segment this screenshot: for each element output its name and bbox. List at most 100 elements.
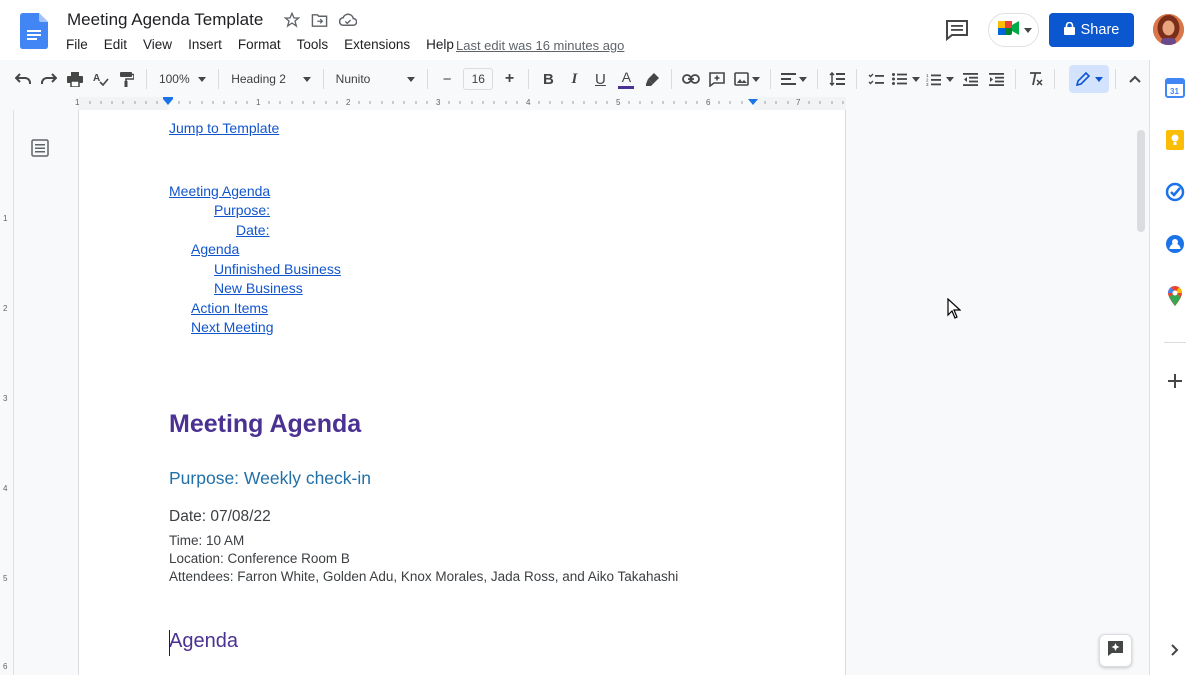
text-color-button[interactable]: A — [613, 65, 639, 93]
lock-icon — [1063, 21, 1075, 39]
toc-link-unfinished-business[interactable]: Unfinished Business — [214, 261, 341, 277]
svg-text:3: 3 — [926, 82, 929, 86]
align-icon[interactable] — [777, 65, 811, 93]
decrease-font-size-button[interactable]: − — [434, 65, 460, 93]
vertical-ruler[interactable]: 1 2 3 4 5 6 — [0, 110, 14, 675]
zoom-select[interactable]: 100% — [153, 65, 212, 93]
menu-format[interactable]: Format — [238, 37, 281, 52]
insert-image-icon[interactable] — [730, 65, 764, 93]
svg-text:A: A — [93, 73, 100, 84]
font-size-input[interactable]: 16 — [463, 68, 494, 90]
ruler-label: 1 — [75, 98, 80, 107]
increase-font-size-button[interactable]: + — [496, 65, 522, 93]
toc-link-action-items[interactable]: Action Items — [191, 300, 268, 316]
tasks-icon[interactable] — [1164, 181, 1186, 203]
bulleted-list-icon[interactable] — [889, 65, 923, 93]
side-panel: 31 — [1149, 60, 1200, 675]
expand-panel-icon[interactable] — [1164, 639, 1186, 661]
mouse-pointer-icon — [947, 297, 962, 319]
vertical-scrollbar[interactable] — [1137, 130, 1145, 232]
menu-file[interactable]: File — [66, 37, 88, 52]
spellcheck-icon[interactable]: A — [88, 65, 114, 93]
editing-mode-button[interactable] — [1069, 65, 1110, 93]
redo-icon[interactable] — [36, 65, 62, 93]
highlight-icon[interactable] — [639, 65, 665, 93]
jump-to-template-link[interactable]: Jump to Template — [169, 120, 279, 136]
horizontal-ruler[interactable]: 1 1 2 3 4 5 6 7 — [75, 97, 846, 110]
toolbar-divider — [322, 69, 324, 89]
toc-link-meeting-agenda[interactable]: Meeting Agenda — [169, 183, 270, 199]
heading-purpose: Purpose: Weekly check-in — [169, 468, 371, 488]
attendees-line: Attendees: Farron White, Golden Adu, Kno… — [169, 569, 679, 584]
vruler-label: 6 — [3, 662, 8, 671]
insert-link-icon[interactable] — [678, 65, 704, 93]
toolbar-divider — [1015, 69, 1017, 89]
text-color-swatch — [618, 85, 635, 89]
contacts-icon[interactable] — [1164, 233, 1186, 255]
italic-button[interactable]: I — [561, 65, 587, 93]
toolbar-divider — [146, 69, 147, 89]
svg-text:31: 31 — [1170, 87, 1179, 96]
collapse-toolbar-icon[interactable] — [1122, 65, 1148, 93]
menu-tools[interactable]: Tools — [297, 37, 329, 52]
document-title[interactable]: Meeting Agenda Template — [67, 10, 263, 30]
clear-formatting-icon[interactable] — [1022, 65, 1048, 93]
maps-icon[interactable] — [1164, 285, 1186, 307]
add-addon-icon[interactable] — [1164, 370, 1186, 392]
paragraph-style-select[interactable]: Heading 2 — [225, 65, 316, 93]
checklist-icon[interactable] — [863, 65, 889, 93]
style-dropdown-icon — [302, 76, 311, 82]
menu-help[interactable]: Help — [426, 37, 454, 52]
time-line: Time: 10 AM — [169, 533, 245, 548]
menu-view[interactable]: View — [143, 37, 172, 52]
paint-format-icon[interactable] — [114, 65, 140, 93]
vruler-label: 3 — [3, 394, 8, 403]
font-select[interactable]: Nunito — [330, 65, 421, 93]
top-bar: Meeting Agenda Template File Edit View I… — [0, 0, 1200, 60]
move-folder-icon[interactable] — [310, 11, 328, 29]
bullet-dropdown-icon — [912, 76, 921, 82]
toc-link-next-meeting[interactable]: Next Meeting — [191, 319, 273, 335]
docs-logo-icon[interactable] — [20, 13, 48, 49]
toc-link-new-business[interactable]: New Business — [214, 280, 303, 296]
meet-button[interactable] — [988, 13, 1039, 47]
comments-icon[interactable] — [944, 18, 970, 42]
ruler-label: 6 — [706, 98, 711, 107]
toc-link-date[interactable]: Date: — [236, 222, 269, 238]
menu-extensions[interactable]: Extensions — [344, 37, 410, 52]
toolbar-divider — [528, 69, 530, 89]
toc-link-purpose[interactable]: Purpose: — [214, 202, 270, 218]
toolbar-divider — [671, 69, 673, 89]
menu-edit[interactable]: Edit — [104, 37, 127, 52]
ruler-label: 5 — [616, 98, 621, 107]
ruler-label: 1 — [256, 98, 261, 107]
avatar[interactable] — [1153, 14, 1184, 45]
numbered-dropdown-icon — [946, 76, 955, 82]
image-dropdown-icon — [752, 76, 761, 82]
share-button[interactable]: Share — [1049, 13, 1134, 47]
font-value: Nunito — [335, 72, 371, 86]
numbered-list-icon[interactable]: 123 — [923, 65, 957, 93]
bold-button[interactable]: B — [535, 65, 561, 93]
text-cursor — [169, 630, 170, 656]
add-comment-icon[interactable] — [704, 65, 730, 93]
keep-icon[interactable] — [1164, 129, 1186, 151]
vruler-label: 2 — [3, 304, 8, 313]
last-edit-link[interactable]: Last edit was 16 minutes ago — [456, 38, 624, 53]
undo-icon[interactable] — [10, 65, 36, 93]
star-icon[interactable] — [283, 11, 301, 29]
decrease-indent-icon[interactable] — [957, 65, 983, 93]
toolbar-divider — [817, 69, 819, 89]
explore-button[interactable] — [1099, 634, 1132, 667]
calendar-icon[interactable]: 31 — [1164, 77, 1186, 99]
vruler-label: 4 — [3, 484, 8, 493]
heading-meeting-agenda: Meeting Agenda — [169, 410, 362, 438]
document-outline-icon[interactable] — [30, 138, 50, 158]
toc-link-agenda[interactable]: Agenda — [191, 241, 239, 257]
print-icon[interactable] — [62, 65, 88, 93]
menu-insert[interactable]: Insert — [188, 37, 222, 52]
underline-button[interactable]: U — [587, 65, 613, 93]
line-spacing-icon[interactable] — [824, 65, 850, 93]
cloud-saved-icon[interactable] — [339, 11, 357, 29]
increase-indent-icon[interactable] — [983, 65, 1009, 93]
